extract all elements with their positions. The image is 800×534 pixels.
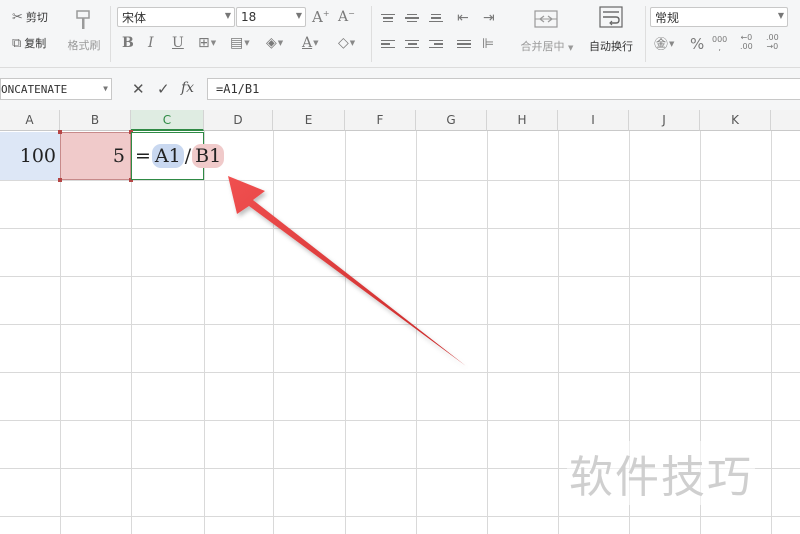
justify-icon[interactable] xyxy=(457,35,471,53)
underline-icon[interactable]: U xyxy=(172,34,184,52)
column-header-a[interactable]: A xyxy=(0,110,60,131)
cancel-icon[interactable]: ✕ xyxy=(132,80,145,98)
range-handle[interactable] xyxy=(58,130,62,134)
decrease-font-icon[interactable]: A − xyxy=(338,8,355,26)
gridline xyxy=(558,131,559,534)
column-header-i[interactable]: I xyxy=(558,110,629,131)
gridline xyxy=(416,131,417,534)
cell-c1-editor[interactable]: = A1 / B1 xyxy=(131,132,225,180)
align-center-icon[interactable] xyxy=(405,35,419,53)
align-bottom-icon[interactable] xyxy=(429,9,443,27)
column-header-e[interactable]: E xyxy=(273,110,345,131)
align-left-icon[interactable] xyxy=(381,35,395,53)
column-header-g[interactable]: G xyxy=(416,110,487,131)
chevron-down-icon: ▼ xyxy=(295,11,302,20)
gridline xyxy=(60,131,61,534)
reference-b1: B1 xyxy=(192,144,225,168)
font-size-select[interactable]: 18 ▼ xyxy=(236,7,306,27)
chevron-down-icon: ▼ xyxy=(224,11,231,20)
gridline xyxy=(0,324,800,325)
number-format-select[interactable]: 常规 ▼ xyxy=(650,7,788,27)
gridline xyxy=(273,131,274,534)
decrease-indent-icon[interactable]: ⇤ xyxy=(457,9,469,27)
increase-decimal-icon[interactable]: ←0.00 xyxy=(740,33,753,51)
confirm-icon[interactable]: ✓ xyxy=(157,80,170,98)
gridline xyxy=(771,131,772,534)
distributed-align-icon[interactable]: ⊫ xyxy=(482,35,494,53)
wrap-text-icon[interactable] xyxy=(597,6,625,28)
formula-equals: = xyxy=(135,145,151,167)
format-painter-label: 格式刷 xyxy=(67,39,101,52)
align-right-icon[interactable] xyxy=(429,35,443,53)
column-header-f[interactable]: F xyxy=(345,110,416,131)
column-header-k[interactable]: K xyxy=(700,110,771,131)
gridline xyxy=(0,516,800,517)
align-top-icon[interactable] xyxy=(381,9,395,27)
ribbon-separator xyxy=(645,6,646,62)
cut-button[interactable]: ✂ 剪切 xyxy=(12,9,48,25)
eraser-icon[interactable]: ◇ ▼ xyxy=(338,34,355,52)
increase-indent-icon[interactable]: ⇥ xyxy=(483,9,495,27)
gridline xyxy=(0,228,800,229)
gridline xyxy=(0,420,800,421)
range-handle[interactable] xyxy=(58,178,62,182)
fill-color-icon[interactable]: ◈ ▼ xyxy=(266,34,283,52)
cell-style-icon[interactable]: ▤ ▼ xyxy=(230,34,250,52)
chevron-down-icon: ▼ xyxy=(777,11,784,20)
currency-icon[interactable]: ㊎ ▼ xyxy=(654,35,674,53)
merge-center-button[interactable]: 合并居中 ▼ xyxy=(515,38,579,54)
gridline xyxy=(204,131,205,534)
border-icon[interactable]: ⊞ ▼ xyxy=(198,34,216,52)
merge-cells-icon[interactable] xyxy=(532,10,560,28)
ribbon-separator xyxy=(371,6,372,62)
ribbon-toolbar: ✂ 剪切 ⧉ 复制 格式刷 宋体 ▼ 18 ▼ A + A − B I U ⊞ ▼ ▤… xyxy=(0,0,800,68)
chevron-down-icon: ▼ xyxy=(103,84,108,93)
column-header-b[interactable]: B xyxy=(60,110,131,131)
column-header-h[interactable]: H xyxy=(487,110,558,131)
watermark-text: 软件技巧 xyxy=(567,441,755,505)
column-header-c[interactable]: C xyxy=(131,110,204,131)
gridline xyxy=(0,372,800,373)
align-middle-icon[interactable] xyxy=(405,9,419,27)
decrease-decimal-icon[interactable]: .00 →0 xyxy=(766,33,779,51)
column-header-l[interactable] xyxy=(771,110,800,131)
font-name-select[interactable]: 宋体 ▼ xyxy=(117,7,235,27)
copy-button[interactable]: ⧉ 复制 xyxy=(12,35,46,51)
thousands-separator-icon[interactable]: 000, xyxy=(712,35,727,53)
copy-icon: ⧉ xyxy=(12,35,22,51)
gridline xyxy=(0,180,800,181)
chevron-down-icon: ▼ xyxy=(568,44,574,52)
cell-b1[interactable]: 5 xyxy=(60,132,131,180)
formula-bar: ONCATENATE ▼ ✕ ✓ fx =A1/B1 xyxy=(0,68,800,110)
format-painter-icon[interactable] xyxy=(72,8,94,32)
column-header-d[interactable]: D xyxy=(204,110,273,131)
name-box[interactable]: ONCATENATE ▼ xyxy=(0,78,112,100)
cell-a1[interactable]: 100 xyxy=(0,132,60,180)
gridline xyxy=(131,131,132,534)
increase-font-icon[interactable]: A + xyxy=(312,8,330,26)
bold-icon[interactable]: B xyxy=(122,34,134,52)
insert-function-icon[interactable]: fx xyxy=(181,80,194,96)
formula-operator: / xyxy=(184,145,192,167)
column-header-j[interactable]: J xyxy=(629,110,700,131)
gridline xyxy=(345,131,346,534)
percent-icon[interactable]: % xyxy=(690,35,704,53)
formula-input[interactable]: =A1/B1 xyxy=(207,78,800,100)
gridline xyxy=(487,131,488,534)
ribbon-separator xyxy=(110,6,111,62)
reference-a1: A1 xyxy=(151,144,184,168)
font-color-icon[interactable]: A ▼ xyxy=(302,34,319,52)
scissors-icon: ✂ xyxy=(12,9,23,25)
wrap-text-button[interactable]: 自动换行 xyxy=(583,38,639,54)
italic-icon[interactable]: I xyxy=(148,34,154,52)
gridline xyxy=(0,276,800,277)
